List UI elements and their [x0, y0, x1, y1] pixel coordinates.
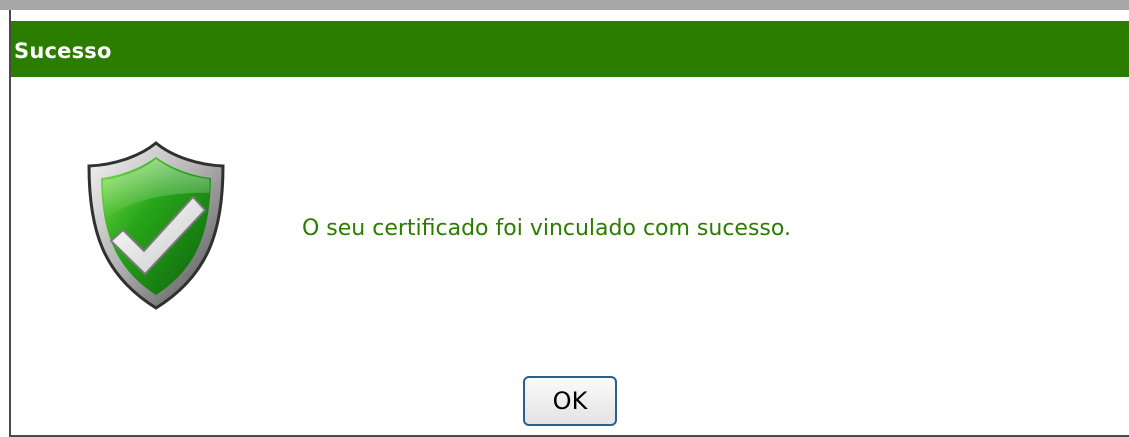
top-strip	[0, 0, 1129, 10]
dialog-title: Sucesso	[14, 39, 112, 63]
dialog-titlebar: Sucesso	[11, 21, 1129, 77]
success-message: O seu certificado foi vinculado com suce…	[302, 216, 791, 241]
screen: Sucesso O seu certificado foi vinculado …	[0, 0, 1129, 437]
success-dialog: Sucesso O seu certificado foi vinculado …	[9, 10, 1129, 437]
success-shield-icon	[81, 135, 231, 315]
ok-button[interactable]: OK	[523, 376, 617, 426]
